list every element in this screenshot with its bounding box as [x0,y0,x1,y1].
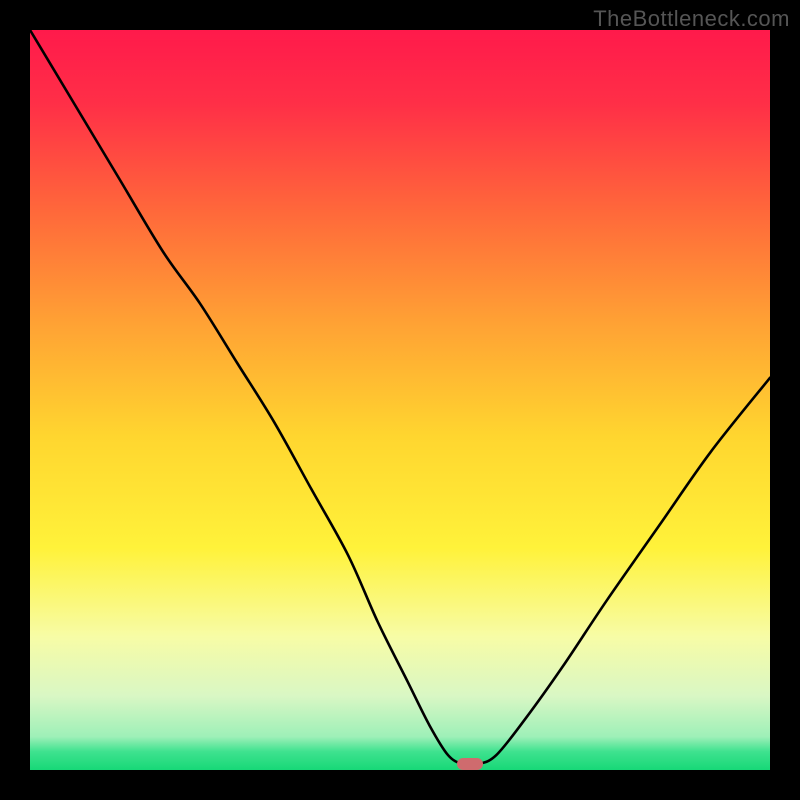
optimal-marker [457,758,483,770]
plot-area [30,30,770,770]
watermark-text: TheBottleneck.com [593,6,790,32]
plot-svg [30,30,770,770]
chart-frame: TheBottleneck.com [0,0,800,800]
gradient-background [30,30,770,770]
